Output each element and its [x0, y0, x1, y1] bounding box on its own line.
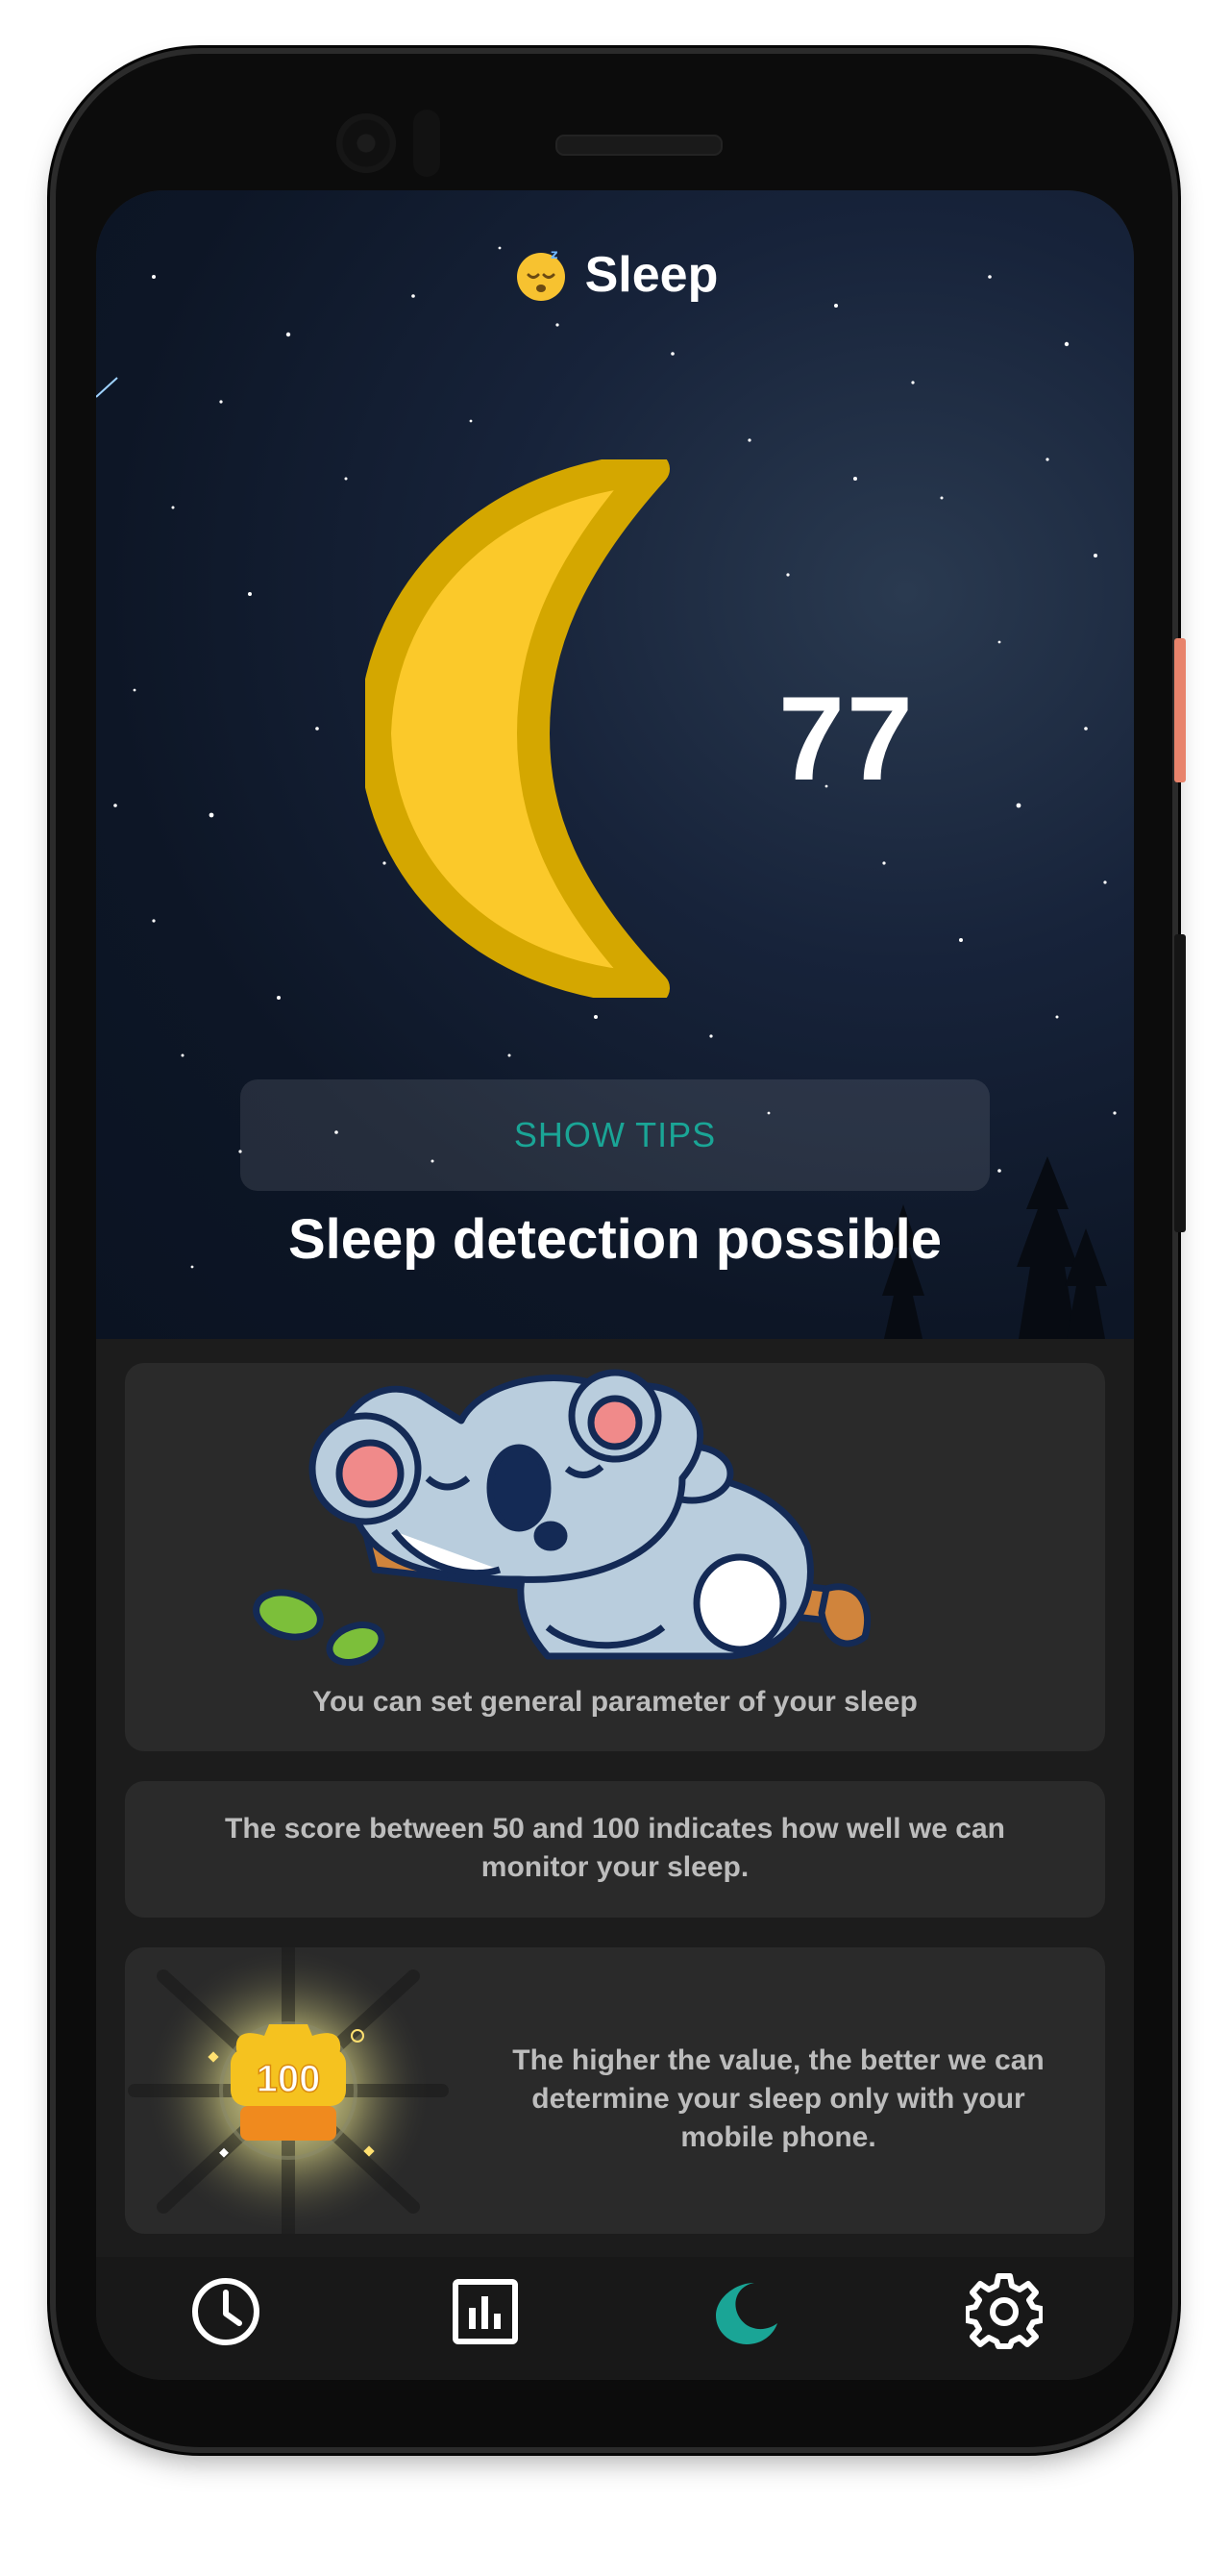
clock-icon: [192, 2278, 259, 2345]
moon-icon: [716, 2283, 777, 2344]
badge-value: 100: [257, 2058, 321, 2100]
nav-settings-button[interactable]: [963, 2270, 1046, 2353]
app-screen: z Sleep 77 SHOW TIPS Sleep detection pos…: [96, 190, 1134, 2380]
front-camera: [336, 113, 396, 173]
svg-text:z: z: [551, 248, 558, 262]
nav-clock-button[interactable]: [184, 2270, 267, 2353]
bottom-navigation: [96, 2257, 1134, 2380]
moon-icon: [365, 459, 670, 998]
gear-icon: [966, 2273, 1043, 2349]
nav-sleep-button[interactable]: [703, 2270, 786, 2353]
nav-statistics-button[interactable]: [444, 2270, 527, 2353]
sleeping-koala-illustration: [253, 1369, 872, 1666]
sleep-parameters-card[interactable]: You can set general parameter of your sl…: [125, 1363, 1105, 1751]
chart-icon: [453, 2279, 518, 2344]
accuracy-card: 100 The higher the value, the better we …: [125, 1947, 1105, 2234]
page-title: Sleep: [584, 247, 719, 303]
sleep-score: 77: [778, 673, 915, 805]
higher-value-text: The higher the value, the better we can …: [512, 2044, 1045, 2153]
score-info-text: The score between 50 and 100 indicates h…: [225, 1813, 1005, 1883]
sleep-hero: z Sleep 77 SHOW TIPS Sleep detection pos…: [96, 190, 1134, 1339]
detection-status: Sleep detection possible: [287, 1208, 943, 1271]
volume-button: [1174, 934, 1186, 1232]
earpiece-speaker: [555, 135, 723, 156]
sleeping-face-icon: z: [516, 248, 565, 301]
params-text: You can set general parameter of your sl…: [312, 1686, 918, 1718]
page-header: z Sleep: [96, 246, 1134, 304]
proximity-sensor: [413, 110, 440, 177]
show-tips-button[interactable]: SHOW TIPS: [240, 1079, 990, 1191]
score-info-card: The score between 50 and 100 indicates h…: [125, 1781, 1105, 1918]
power-button: [1174, 638, 1186, 782]
trophy-100-icon: 100: [128, 1947, 449, 2234]
